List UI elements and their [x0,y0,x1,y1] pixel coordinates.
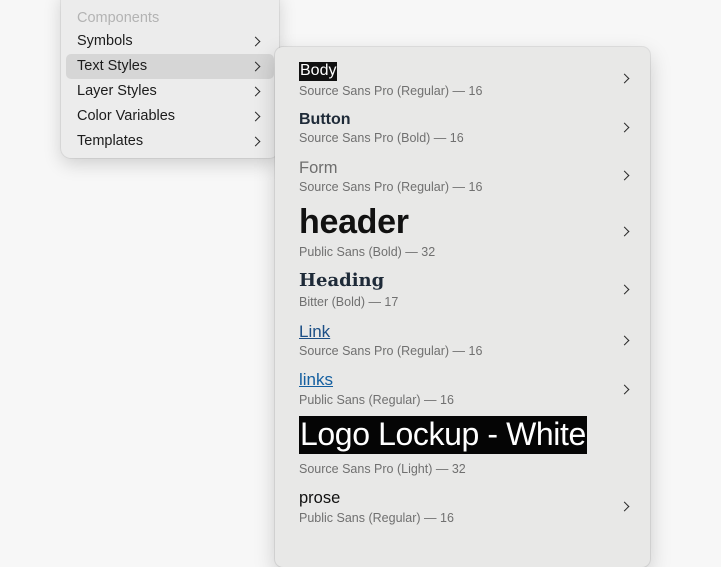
menu-section-header: Components [77,10,160,26]
text-style-item-body[interactable]: Body Source Sans Pro (Regular) — 16 [275,57,650,101]
text-style-meta: Source Sans Pro (Regular) — 16 [299,180,483,194]
text-style-item-links[interactable]: links Public Sans (Regular) — 16 [275,369,650,413]
text-style-sample: links [299,370,334,389]
menu-item-label: Layer Styles [77,83,157,99]
text-style-sample: header [299,203,409,241]
text-style-sample: Logo Lockup - White [299,416,587,454]
menu-item-text-styles[interactable]: Text Styles [66,54,274,79]
chevron-right-icon [619,384,630,395]
chevron-right-icon [619,73,630,84]
chevron-right-icon [250,36,261,47]
menu-item-label: Text Styles [77,58,148,74]
text-style-item-header[interactable]: header Public Sans (Bold) — 32 [275,202,650,264]
text-style-item-form[interactable]: Form Source Sans Pro (Regular) — 16 [275,154,650,200]
chevron-right-icon [619,335,630,346]
text-style-meta: Source Sans Pro (Light) — 32 [299,462,466,476]
text-style-meta: Bitter (Bold) — 17 [299,295,399,309]
chevron-right-icon [250,136,261,147]
menu-item-symbols[interactable]: Symbols [66,29,274,54]
text-style-meta: Source Sans Pro (Bold) — 16 [299,131,464,145]
menu-item-color-variables[interactable]: Color Variables [66,104,274,129]
components-menu: Components Symbols Text Styles Layer Sty… [61,0,279,158]
menu-item-templates[interactable]: Templates [66,129,274,154]
text-style-meta: Public Sans (Regular) — 16 [299,511,454,525]
text-style-sample: Button [299,111,351,128]
chevron-right-icon [619,284,630,295]
text-style-item-logo-lockup-white[interactable]: Logo Lockup - White Source Sans Pro (Lig… [275,415,650,477]
text-style-item-button[interactable]: Button Source Sans Pro (Bold) — 16 [275,105,650,151]
text-style-item-link[interactable]: Link Source Sans Pro (Regular) — 16 [275,320,650,364]
chevron-right-icon [619,122,630,133]
menu-item-label: Color Variables [77,108,176,124]
text-style-sample: prose [299,489,341,507]
text-styles-submenu: Body Source Sans Pro (Regular) — 16 Butt… [275,47,650,567]
text-style-meta: Source Sans Pro (Regular) — 16 [299,344,483,358]
chevron-right-icon [250,111,261,122]
text-style-sample: Heading [299,270,385,291]
chevron-right-icon [250,61,261,72]
menu-item-label: Templates [77,133,144,149]
chevron-right-icon [619,226,630,237]
text-style-item-heading[interactable]: Heading Bitter (Bold) — 17 [275,269,650,313]
text-style-meta: Public Sans (Regular) — 16 [299,393,454,407]
chevron-right-icon [619,170,630,181]
text-style-meta: Source Sans Pro (Regular) — 16 [299,84,483,98]
text-style-sample: Link [299,322,331,341]
text-style-sample: Body [299,62,338,81]
chevron-right-icon [250,86,261,97]
menu-item-label: Symbols [77,33,133,49]
menu-item-layer-styles[interactable]: Layer Styles [66,79,274,104]
chevron-right-icon [619,501,630,512]
text-style-meta: Public Sans (Bold) — 32 [299,245,436,259]
text-style-item-prose[interactable]: prose Public Sans (Regular) — 16 [275,487,650,531]
text-style-sample: Form [299,159,338,177]
